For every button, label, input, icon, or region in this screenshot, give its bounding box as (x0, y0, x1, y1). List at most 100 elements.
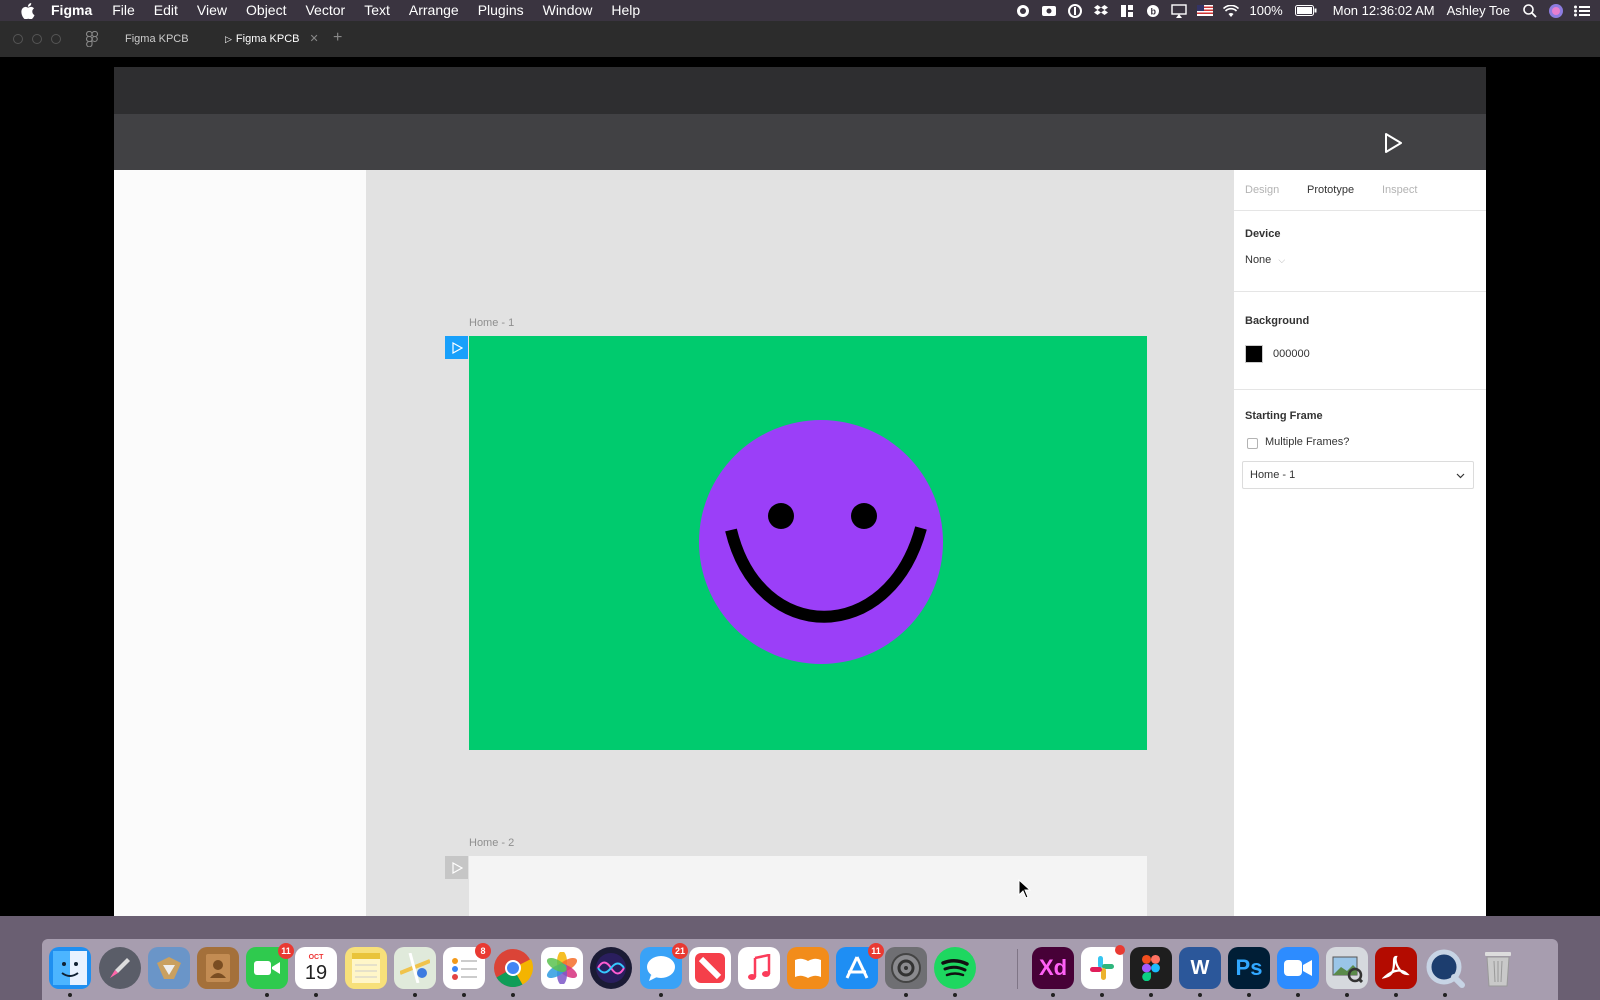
starting-frame-select[interactable]: Home - 1 (1242, 461, 1474, 489)
tab-home-file[interactable]: Figma KPCB (125, 21, 189, 57)
finder-icon[interactable] (49, 947, 91, 989)
menu-app-name[interactable]: Figma (51, 0, 92, 21)
messages-running-indicator (659, 993, 663, 997)
frame-home-2[interactable] (469, 856, 1147, 922)
clock[interactable]: Mon 12:36:02 AM (1333, 3, 1435, 18)
spotlight-search-icon[interactable] (1522, 3, 1538, 18)
calendar-icon[interactable]: OCT 19 (295, 947, 337, 989)
facetime-icon[interactable]: 11 (246, 943, 294, 989)
frame-2-start-icon[interactable] (445, 856, 468, 879)
prototype-viewer: Home - 1 Home - 2 Design Prototype Inspe… (0, 57, 1600, 922)
present-play-icon[interactable] (1382, 132, 1404, 154)
menu-vector[interactable]: Vector (305, 0, 345, 21)
messages-icon[interactable]: 21 (640, 943, 688, 989)
figma-tab-bar: Figma KPCB ▷ Figma KPCB ✕ + (0, 21, 1600, 57)
slack-icon[interactable] (1081, 945, 1125, 989)
password-manager-icon[interactable] (1067, 3, 1083, 18)
figma-app-icon[interactable] (1130, 947, 1172, 989)
apple-menu-icon[interactable] (19, 2, 37, 19)
wifi-icon[interactable] (1223, 4, 1240, 18)
launchpad-icon[interactable] (99, 947, 141, 989)
app-store-icon[interactable]: 11 (836, 943, 884, 989)
menu-file[interactable]: File (112, 0, 135, 21)
maps-icon[interactable] (394, 947, 436, 989)
maps-running-indicator (413, 993, 417, 997)
tab-inspect[interactable]: Inspect (1382, 184, 1417, 196)
contacts-icon[interactable] (197, 947, 239, 989)
word-icon[interactable]: W (1179, 947, 1221, 989)
preview-icon[interactable] (1326, 947, 1368, 989)
window-close-button[interactable] (13, 34, 23, 44)
us-flag-icon[interactable] (1197, 4, 1214, 18)
canvas[interactable]: Home - 1 Home - 2 (366, 170, 1234, 922)
device-dropdown[interactable]: None ⌵ (1245, 254, 1285, 266)
zoom-icon[interactable] (1277, 947, 1319, 989)
mail-app-icon[interactable] (148, 947, 190, 989)
slack-running-indicator (1100, 993, 1104, 997)
frame-1-start-icon[interactable] (445, 336, 468, 359)
menu-view[interactable]: View (197, 0, 227, 21)
tab-active-label: Figma KPCB (235, 33, 300, 45)
window-zoom-button[interactable] (51, 34, 61, 44)
svg-text:b: b (1151, 6, 1157, 16)
airplay-icon[interactable] (1171, 3, 1188, 18)
notes-icon[interactable] (345, 947, 387, 989)
beats-icon[interactable]: b (1145, 4, 1161, 18)
record-icon[interactable] (1015, 4, 1031, 18)
ps-label: Ps (1235, 955, 1263, 980)
tab-design[interactable]: Design (1245, 184, 1279, 196)
properties-panel: Design Prototype Inspect Device None ⌵ B… (1234, 170, 1486, 922)
menu-arrange[interactable]: Arrange (409, 0, 459, 21)
adobe-xd-icon[interactable]: Xd (1032, 947, 1074, 989)
quicktime-icon[interactable] (1424, 947, 1466, 989)
background-color-swatch[interactable] (1245, 345, 1263, 363)
battery-icon[interactable] (1294, 4, 1317, 18)
multiple-frames-checkbox[interactable] (1247, 438, 1258, 449)
acrobat-icon[interactable] (1375, 947, 1417, 989)
background-hex-value[interactable]: 000000 (1273, 348, 1310, 360)
new-tab-plus-icon[interactable]: + (333, 29, 342, 47)
notification-center-icon[interactable] (1574, 4, 1590, 18)
menu-text[interactable]: Text (364, 0, 390, 21)
camera-icon[interactable] (1041, 4, 1057, 18)
siri-app-icon[interactable] (590, 947, 632, 989)
chrome-icon[interactable] (492, 947, 534, 989)
starting-frame-value: Home - 1 (1250, 469, 1296, 481)
system-preferences-running-indicator (904, 993, 908, 997)
frame-2-label[interactable]: Home - 2 (469, 837, 514, 849)
system-preferences-icon[interactable] (885, 947, 927, 989)
starting-frame-section: Starting Frame Multiple Frames? Home - 1 (1234, 390, 1486, 510)
device-title: Device (1245, 228, 1281, 240)
news-icon[interactable] (689, 947, 731, 989)
figma-logo-icon[interactable] (85, 30, 99, 48)
photos-icon[interactable] (541, 947, 583, 989)
preview-running-indicator (1345, 993, 1349, 997)
calendar-running-indicator (314, 993, 318, 997)
close-tab-icon[interactable]: ✕ (310, 33, 319, 45)
menu-object[interactable]: Object (246, 0, 286, 21)
reminders-icon[interactable]: 8 (443, 943, 491, 989)
dropbox-icon[interactable] (1093, 4, 1109, 18)
windows-icon[interactable] (1119, 4, 1135, 18)
frame-1-label[interactable]: Home - 1 (469, 317, 514, 329)
music-icon[interactable] (738, 947, 780, 989)
dock: 11 OCT 19 8 21 11 Xd W Ps (42, 939, 1558, 1000)
frame-home-1[interactable] (469, 336, 1147, 750)
window-minimize-button[interactable] (32, 34, 42, 44)
tab-active-file[interactable]: ▷ Figma KPCB ✕ (225, 21, 319, 57)
multiple-frames-label[interactable]: Multiple Frames? (1265, 436, 1349, 448)
user-name[interactable]: Ashley Toe (1447, 3, 1510, 18)
menu-help[interactable]: Help (611, 0, 640, 21)
books-icon[interactable] (787, 947, 829, 989)
trash-icon[interactable] (1477, 947, 1519, 989)
menu-plugins[interactable]: Plugins (478, 0, 524, 21)
spotify-icon[interactable] (934, 947, 976, 989)
background-title: Background (1245, 315, 1310, 327)
smiley-left-eye (768, 503, 794, 529)
dock-separator (1017, 949, 1018, 989)
menu-edit[interactable]: Edit (154, 0, 178, 21)
tab-prototype[interactable]: Prototype (1307, 184, 1354, 196)
photoshop-icon[interactable]: Ps (1228, 947, 1270, 989)
menu-window[interactable]: Window (543, 0, 593, 21)
siri-icon[interactable] (1548, 3, 1564, 18)
